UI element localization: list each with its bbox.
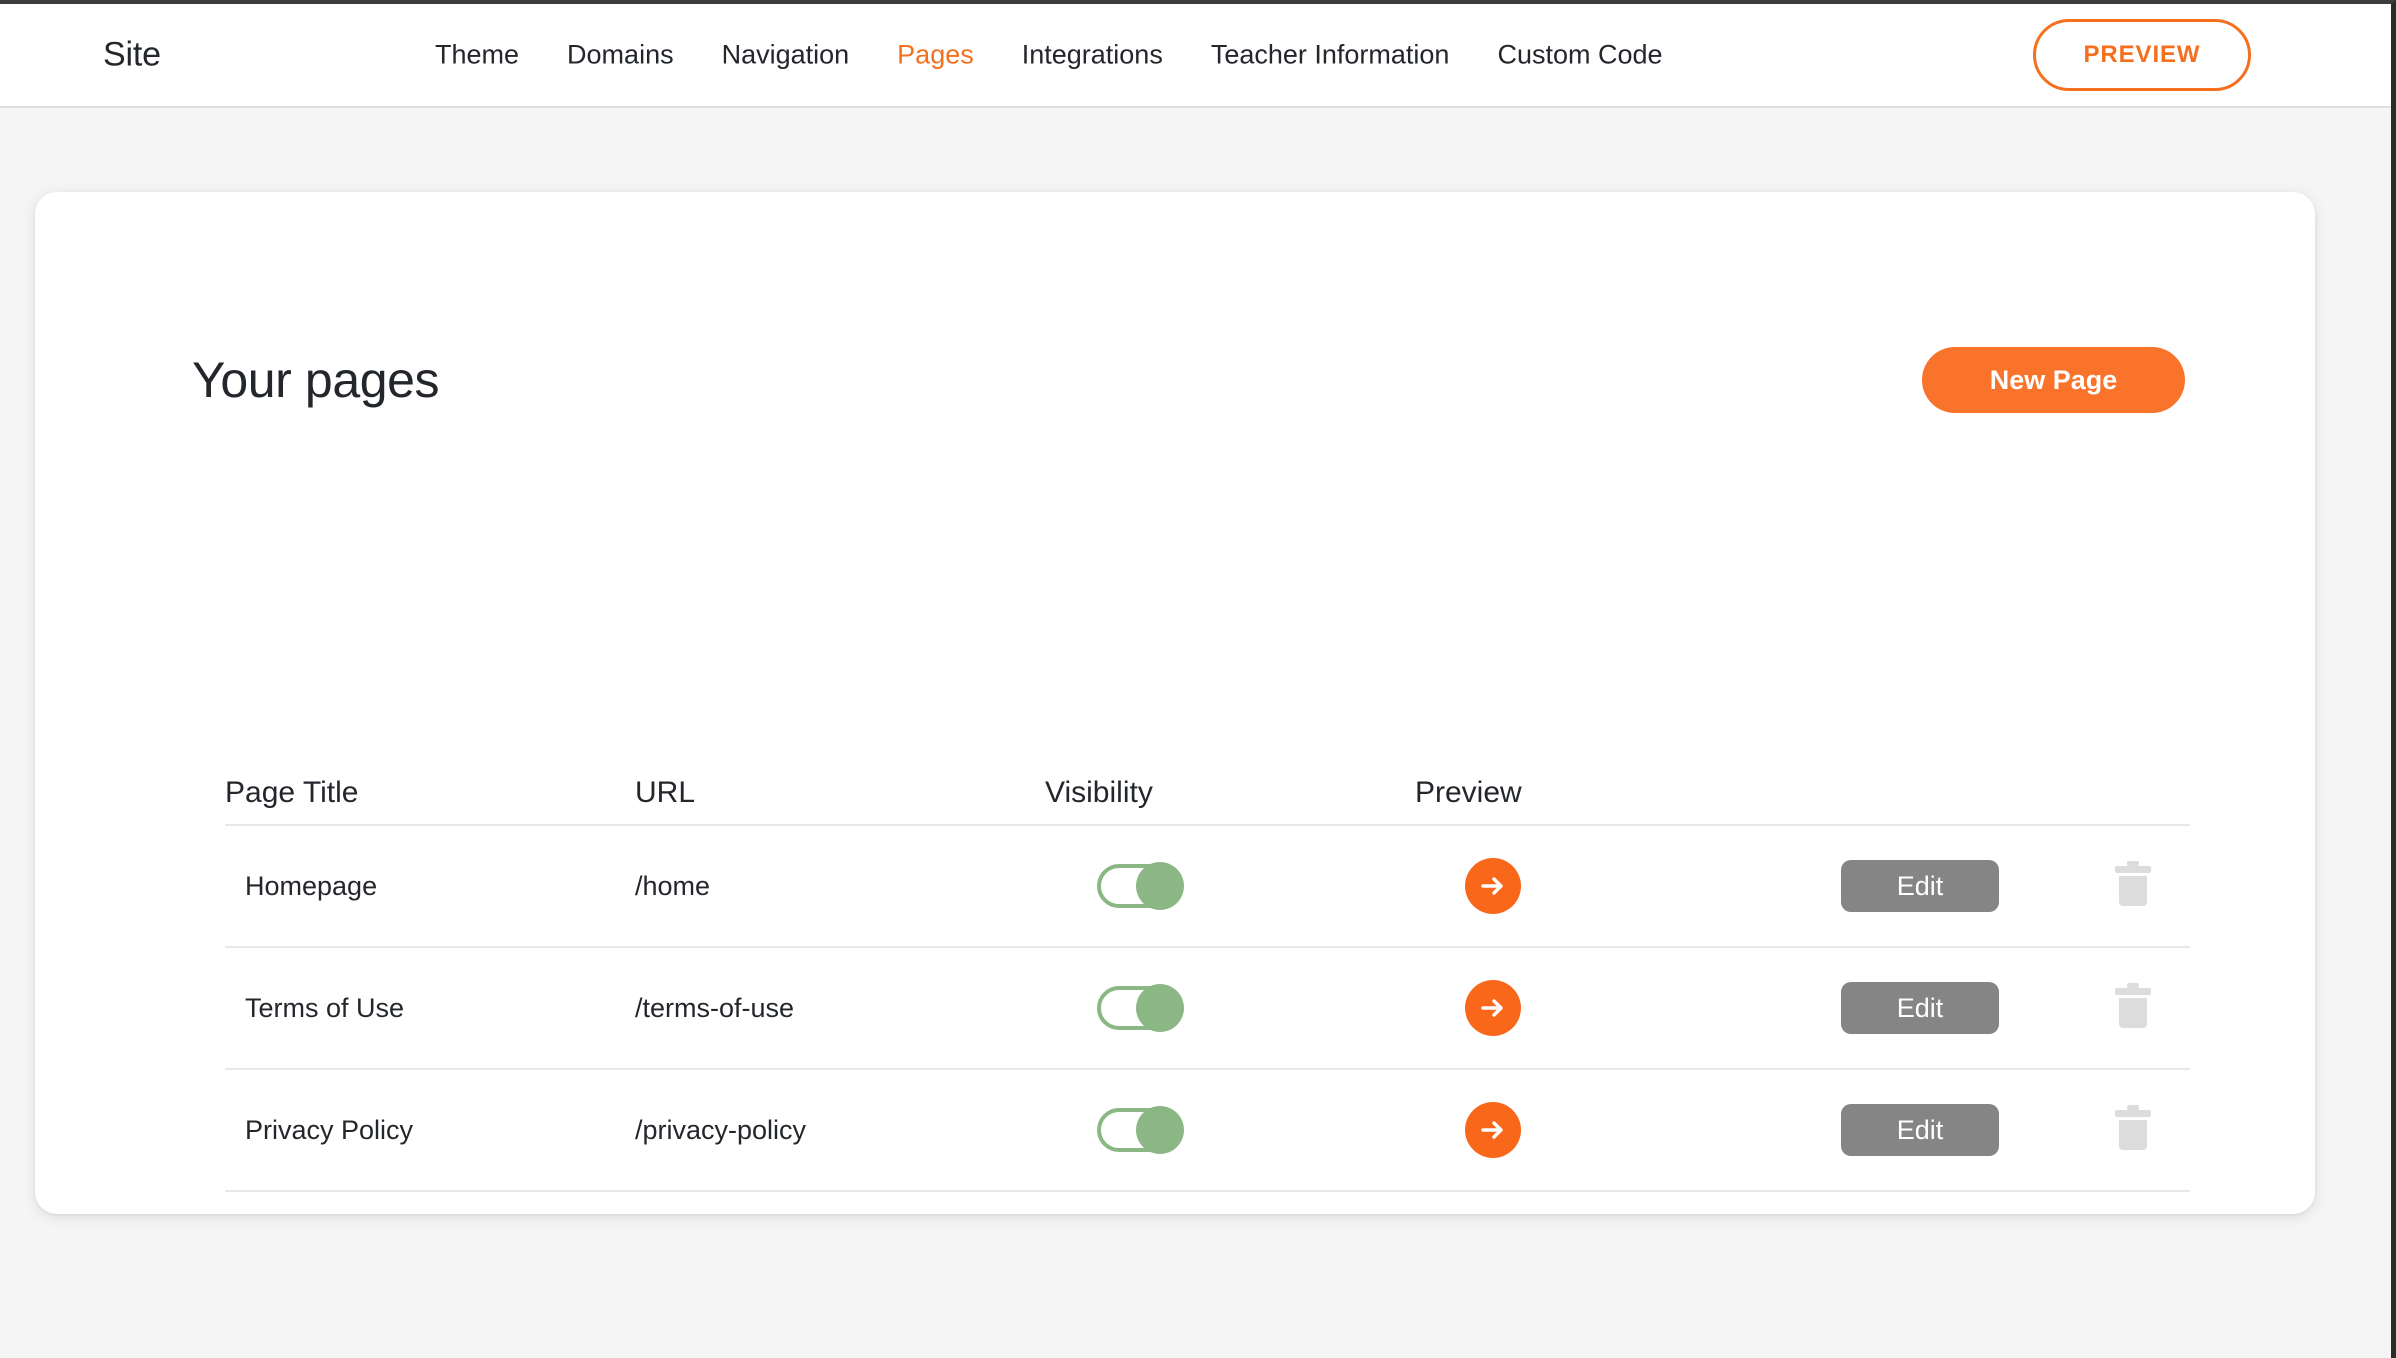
visibility-toggle[interactable] xyxy=(1097,1106,1184,1154)
edit-page-button[interactable]: Edit xyxy=(1841,1104,1999,1156)
new-page-button[interactable]: New Page xyxy=(1922,347,2185,413)
nav-item-pages[interactable]: Pages xyxy=(897,41,974,69)
preview-page-button[interactable] xyxy=(1465,1102,1521,1158)
cell-page-title: Homepage xyxy=(245,870,378,901)
preview-button[interactable]: PREVIEW xyxy=(2033,19,2251,91)
table-row: Homepage /home Edit xyxy=(225,826,2190,948)
cell-page-title: Privacy Policy xyxy=(245,1114,414,1145)
table-row: Terms of Use /terms-of-use Edit xyxy=(225,948,2190,1070)
arrow-right-icon xyxy=(1477,1114,1509,1146)
cell-page-url: /privacy-policy xyxy=(635,1114,807,1145)
arrow-right-icon xyxy=(1477,870,1509,902)
main-nav: Theme Domains Navigation Pages Integrati… xyxy=(435,41,1663,69)
nav-item-domains[interactable]: Domains xyxy=(567,41,674,69)
cell-page-url: /home xyxy=(635,870,711,901)
card-header: Your pages New Page xyxy=(192,347,2185,413)
trash-icon[interactable] xyxy=(2111,858,2155,915)
preview-page-button[interactable] xyxy=(1465,980,1521,1036)
toggle-knob xyxy=(1136,984,1184,1032)
cell-page-title: Terms of Use xyxy=(245,992,405,1023)
arrow-right-icon xyxy=(1477,992,1509,1024)
column-header-visibility: Visibility xyxy=(1045,776,1153,809)
visibility-toggle[interactable] xyxy=(1097,984,1184,1032)
table-row: Privacy Policy /privacy-policy Edit xyxy=(225,1070,2190,1192)
nav-item-teacher-information[interactable]: Teacher Information xyxy=(1211,41,1450,69)
column-header-preview: Preview xyxy=(1415,776,1522,809)
page-title: Your pages xyxy=(192,352,440,408)
table-header-row: Page Title URL Visibility Preview xyxy=(225,762,2190,826)
nav-item-theme[interactable]: Theme xyxy=(435,41,519,69)
top-navigation-bar: Site Theme Domains Navigation Pages Inte… xyxy=(0,4,2391,108)
preview-page-button[interactable] xyxy=(1465,858,1521,914)
site-brand-label: Site xyxy=(103,35,161,74)
edit-page-button[interactable]: Edit xyxy=(1841,982,1999,1034)
column-header-url: URL xyxy=(635,776,696,809)
trash-icon[interactable] xyxy=(2111,1102,2155,1159)
toggle-knob xyxy=(1136,1106,1184,1154)
visibility-toggle[interactable] xyxy=(1097,862,1184,910)
trash-icon[interactable] xyxy=(2111,980,2155,1037)
pages-card: Your pages New Page Page Title URL Visib… xyxy=(35,192,2315,1214)
cell-page-url: /terms-of-use xyxy=(635,992,795,1023)
toggle-knob xyxy=(1136,862,1184,910)
app-root: Site Theme Domains Navigation Pages Inte… xyxy=(0,0,2396,1358)
nav-item-navigation[interactable]: Navigation xyxy=(722,41,850,69)
column-header-page-title: Page Title xyxy=(225,776,359,809)
edit-page-button[interactable]: Edit xyxy=(1841,860,1999,912)
pages-table: Page Title URL Visibility Preview Homepa… xyxy=(225,762,2190,1192)
nav-item-custom-code[interactable]: Custom Code xyxy=(1497,41,1662,69)
nav-item-integrations[interactable]: Integrations xyxy=(1022,41,1163,69)
